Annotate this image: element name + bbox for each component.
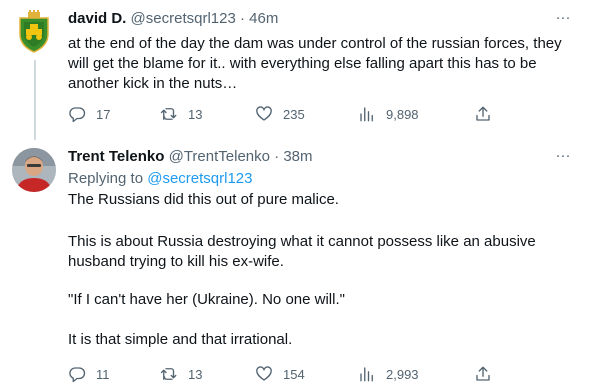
author-name[interactable]: Trent Telenko [68, 148, 164, 165]
retweet-icon [160, 108, 177, 120]
timestamp[interactable]: 38m [283, 148, 312, 165]
retweet-count: 13 [188, 106, 203, 122]
like-count: 154 [283, 366, 305, 382]
reply-icon [69, 367, 86, 383]
timestamp[interactable]: 46m [249, 10, 278, 27]
tweet-paragraph: "If I can't have her (Ukraine). No one w… [68, 291, 345, 308]
separator: · [274, 148, 280, 165]
tweet[interactable]: Trent Telenko @TrentTelenko · 38m ··· Re… [0, 140, 590, 391]
avatar[interactable] [12, 10, 56, 54]
reply-button[interactable]: 11 [68, 364, 110, 384]
thread-line [34, 60, 36, 140]
views-button[interactable]: 2,993 [358, 364, 419, 384]
share-icon [476, 366, 490, 381]
tweet-header: david D. @secretsqrl123 · 46m [68, 9, 278, 29]
author-name[interactable]: david D. [68, 10, 126, 27]
reply-count: 17 [96, 106, 111, 122]
views-count: 2,993 [386, 366, 419, 382]
avatar[interactable] [12, 148, 56, 192]
reply-button[interactable]: 17 [68, 104, 110, 124]
like-icon [256, 366, 272, 381]
more-icon[interactable]: ··· [554, 148, 572, 167]
retweet-button[interactable]: 13 [160, 104, 202, 124]
replying-to-label: Replying to [68, 170, 144, 187]
views-icon [360, 107, 373, 122]
share-button[interactable] [474, 104, 492, 124]
views-icon [360, 367, 373, 382]
author-handle[interactable]: @secretsqrl123 [131, 10, 236, 27]
reply-icon [69, 107, 86, 123]
tweet-paragraph: It is that simple and that irrational. [68, 331, 293, 348]
tweet-actions: 11 13 154 2,993 [68, 364, 518, 384]
replying-to: Replying to @secretsqrl123 [68, 169, 253, 189]
share-icon [476, 106, 490, 121]
tweet-header: Trent Telenko @TrentTelenko · 38m [68, 147, 313, 167]
retweet-icon [160, 368, 177, 380]
like-button[interactable]: 235 [255, 104, 305, 124]
retweet-count: 13 [188, 366, 203, 382]
tweet-paragraph: The Russians did this out of pure malice… [68, 191, 339, 208]
coat-of-arms-icon [12, 10, 56, 54]
replying-to-handle[interactable]: @secretsqrl123 [147, 170, 252, 187]
tweet-paragraph: This is about Russia destroying what it … [68, 233, 536, 270]
share-button[interactable] [474, 364, 492, 384]
like-count: 235 [283, 106, 305, 122]
tweet-actions: 17 13 235 9,898 [68, 104, 518, 124]
more-icon[interactable]: ··· [554, 10, 572, 29]
views-button[interactable]: 9,898 [358, 104, 419, 124]
like-icon [256, 106, 272, 121]
tweet[interactable]: david D. @secretsqrl123 · 46m ··· at the… [0, 0, 590, 140]
separator: · [239, 10, 245, 27]
views-count: 9,898 [386, 106, 419, 122]
reply-count: 11 [96, 366, 110, 382]
profile-photo-icon [12, 148, 56, 192]
tweet-text: at the end of the day the dam was under … [68, 35, 562, 92]
like-button[interactable]: 154 [255, 364, 305, 384]
retweet-button[interactable]: 13 [160, 364, 202, 384]
author-handle[interactable]: @TrentTelenko [169, 148, 270, 165]
